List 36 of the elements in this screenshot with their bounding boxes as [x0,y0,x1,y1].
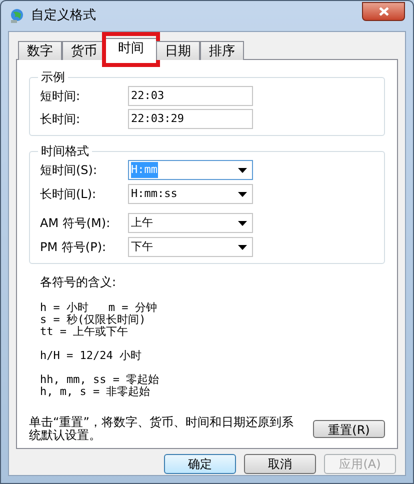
field-label: PM 符号(P): [39,239,108,256]
globe-icon [9,8,25,24]
legend-line: hh, mm, ss = 零起始 [40,374,160,386]
tab[interactable]: 时间 [105,38,157,60]
window-title: 自定义格式 [31,7,96,26]
tab[interactable]: 数字 [18,41,62,60]
field-label: 短时间(S): [39,162,98,179]
legend-line: h/H = 12/24 小时 [40,350,142,362]
close-icon [378,6,388,16]
combo-box[interactable]: H:mm:ss [128,184,253,204]
dialog-button[interactable]: 确定 [164,454,236,474]
legend-line: h = 小时 m = 分钟 [40,302,158,314]
group-title: 示例 [40,69,66,86]
field-label: AM 符号(M): [39,215,112,232]
dropdown-arrow-icon [238,220,247,226]
group-title: 时间格式 [40,143,90,160]
field-label: 短时间: [39,88,82,105]
field-label: 长时间: [39,111,82,128]
dialog-button[interactable]: 取消 [244,454,316,474]
dropdown-arrow-icon [238,244,247,250]
combo-box[interactable]: 下午 [128,237,253,257]
close-button[interactable] [362,2,405,20]
reset-description: 单击“重置”，将数字、货币、时间和日期还原到系统默认设置。 [29,416,294,442]
tab[interactable]: 日期 [156,41,200,60]
reset-button[interactable]: 重置(R) [313,420,385,438]
readonly-field: 22:03:29 [128,109,253,129]
legend-line: s = 秒(仅限长时间) [40,314,147,326]
legend-line: h, m, s = 非零起始 [40,386,152,398]
readonly-field: 22:03 [128,86,253,106]
legend-line: tt = 上午或下午 [40,326,130,338]
tab[interactable]: 排序 [200,41,244,60]
dropdown-arrow-icon [238,192,247,196]
dropdown-arrow-icon [238,168,247,172]
legend-title: 各符号的含义: [40,274,118,291]
combo-box[interactable]: 上午 [128,213,253,233]
field-label: 长时间(L): [39,186,98,203]
